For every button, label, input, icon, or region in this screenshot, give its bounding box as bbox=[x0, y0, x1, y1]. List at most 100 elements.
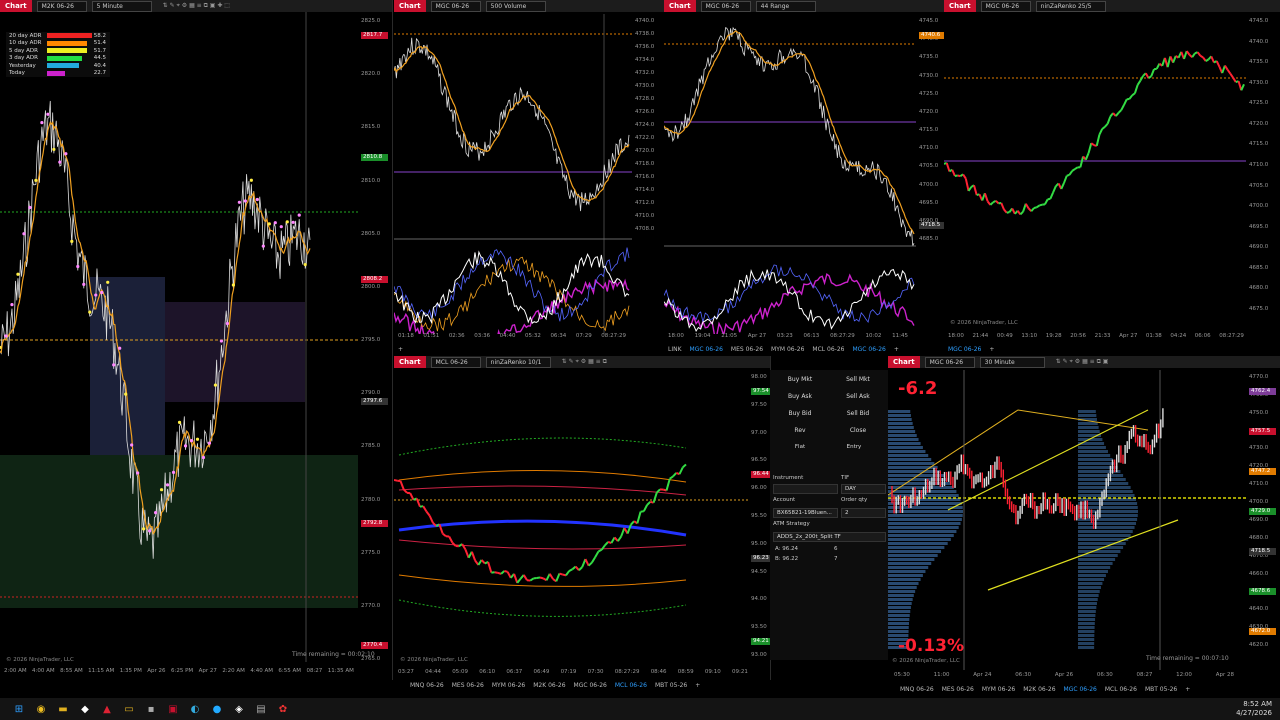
price-label: 94.00 bbox=[751, 596, 767, 603]
tif-select[interactable]: DAY bbox=[841, 484, 886, 494]
atm-strategy-select[interactable]: ADDS_2x_200t_Split TF bbox=[773, 532, 886, 542]
settings-icon[interactable]: ✿ bbox=[274, 700, 292, 718]
instrument-tab[interactable]: MNQ 06-26 bbox=[900, 686, 934, 693]
network-icon[interactable]: ▤ bbox=[252, 700, 270, 718]
instrument-tab[interactable]: MGC 06-26 bbox=[690, 346, 723, 353]
instrument-tab[interactable]: MES 06-26 bbox=[942, 686, 974, 693]
folder-icon[interactable]: ▭ bbox=[120, 700, 138, 718]
app-icon[interactable]: ◈ bbox=[230, 700, 248, 718]
chart-toolbar[interactable]: ⇅ ✎ ⌖ ⚙ ▦ ≡ ⧉ ▣ ✚ ⬚ bbox=[163, 2, 230, 10]
buy-market-button[interactable]: Buy Mkt bbox=[772, 372, 828, 387]
instrument-selector[interactable]: MCL 06-26 bbox=[430, 356, 481, 368]
instrument-tab[interactable]: MGC 06-26 bbox=[852, 346, 885, 353]
time-label: 02:36 bbox=[448, 333, 465, 339]
instrument-selector[interactable]: MGC 06-26 bbox=[924, 356, 975, 368]
interval-selector[interactable]: ninZaRenko 25/5 bbox=[1035, 0, 1106, 12]
price-label: 4745.0 bbox=[919, 18, 939, 24]
ninjatrader-icon[interactable]: ▣ bbox=[164, 700, 182, 718]
price-axis[interactable]: 2825.0 2820.0 2815.0 2810.0 2805.0 2800.0 2795… bbox=[358, 12, 392, 662]
chart-toolbar[interactable]: ⇅ ✎ ⌖ ⚙ ▦ ≡ ⧉ ▣ bbox=[1056, 358, 1109, 366]
instrument-tab[interactable]: MYM 06-26 bbox=[982, 686, 1015, 693]
instrument-selector[interactable]: MGC 06-26 bbox=[980, 0, 1031, 12]
price-label: 98.00 bbox=[751, 374, 767, 380]
account-select[interactable]: BX65821-19Bluen... bbox=[773, 508, 838, 518]
instrument-tab[interactable]: MCL 06-26 bbox=[1105, 686, 1137, 693]
chart-badge[interactable]: Chart bbox=[0, 0, 32, 12]
windows-start-icon[interactable]: ⊞ bbox=[10, 700, 28, 718]
time-label: 08:27:29 bbox=[830, 333, 855, 339]
add-tab-button[interactable]: + bbox=[1185, 686, 1190, 693]
instrument-tab[interactable]: MYM 06-26 bbox=[492, 682, 525, 689]
instrument-tab[interactable]: MCL 06-26 bbox=[812, 346, 844, 353]
instrument-tab[interactable]: MYM 06-26 bbox=[771, 346, 804, 353]
chart-badge[interactable]: Chart bbox=[394, 356, 426, 368]
chrome-icon[interactable]: ◉ bbox=[32, 700, 50, 718]
sell-ask-button[interactable]: Sell Ask bbox=[830, 389, 886, 404]
chart-badge[interactable]: Chart bbox=[664, 0, 696, 12]
price-label: 4732.0 bbox=[635, 70, 655, 76]
price-axis[interactable]: 4740.0 4738.0 4736.0 4734.0 4732.0 4730.0 4728… bbox=[632, 12, 664, 232]
chart-badge[interactable]: Chart bbox=[888, 356, 920, 368]
price-label: 4690.0 bbox=[1249, 244, 1269, 251]
instrument-tab[interactable]: MGC 06-26 bbox=[1064, 686, 1097, 693]
chart-toolbar[interactable]: ⇅ ✎ ⌖ ⚙ ▦ ≡ ⧉ bbox=[562, 358, 607, 366]
add-tab-button[interactable]: + bbox=[894, 346, 899, 353]
time-label: Apr 28 bbox=[1215, 672, 1234, 678]
tradingview-icon[interactable]: ◆ bbox=[76, 700, 94, 718]
instrument-tab[interactable]: MGC 06-26 bbox=[948, 346, 981, 353]
browser-icon[interactable]: ● bbox=[208, 700, 226, 718]
price-label: 4730.0 bbox=[919, 72, 939, 79]
add-tab-button[interactable]: + bbox=[989, 346, 994, 353]
price-axis[interactable]: 4770.04760.04750.04740.04730.04720.04710… bbox=[1246, 368, 1280, 648]
order-qty-field[interactable]: 2 bbox=[841, 508, 886, 518]
interval-selector[interactable]: 44 Range bbox=[755, 0, 816, 12]
instrument-tabs[interactable]: LINK MGC 06-26 MES 06-26 MYM 06-26 MCL 06-26… bbox=[668, 344, 899, 354]
copyright: © 2026 NinjaTrader, LLC bbox=[950, 320, 1018, 326]
instrument-tabs[interactable]: + bbox=[398, 344, 403, 354]
instrument-selector[interactable]: MGC 06-26 bbox=[430, 0, 481, 12]
windows-taskbar: ⊞ ◉ ▬ ◆ ▲ ▭ ▪ ▣ ◐ ● ◈ ▤ ✿ 8:52 AM 4/27/2… bbox=[0, 698, 1280, 720]
price-axis[interactable]: 4745.0 4740.0 4735.0 4730.0 4725.0 4720.0 4715… bbox=[916, 12, 944, 242]
instrument-tab[interactable]: MBT 05-26 bbox=[655, 682, 687, 689]
file-explorer-icon[interactable]: ▬ bbox=[54, 700, 72, 718]
instrument-tab[interactable]: MGC 06-26 bbox=[574, 682, 607, 689]
interval-selector[interactable]: 500 Volume bbox=[485, 0, 546, 12]
add-tab-button[interactable]: + bbox=[695, 682, 700, 689]
instrument-tabs[interactable]: MGC 06-26 + bbox=[948, 344, 994, 354]
instrument-tabs[interactable]: MNQ 06-26 MES 06-26 MYM 06-26 M2K 06-26 MGC … bbox=[410, 680, 700, 690]
interval-selector[interactable]: 5 Minute bbox=[91, 0, 152, 12]
instrument-tab[interactable]: M2K 06-26 bbox=[1023, 686, 1055, 693]
instrument-tabs[interactable]: MNQ 06-26 MES 06-26 MYM 06-26 M2K 06-26 MGC … bbox=[900, 684, 1190, 694]
interval-selector[interactable]: ninZaRenko 10/1 bbox=[485, 356, 551, 368]
sell-market-button[interactable]: Sell Mkt bbox=[830, 372, 886, 387]
instrument-selector[interactable]: M2K 06-26 bbox=[36, 0, 87, 12]
bid-size: 7 bbox=[834, 556, 838, 562]
reverse-button[interactable]: Rev bbox=[772, 423, 828, 438]
instrument-tab[interactable]: MBT 05-26 bbox=[1145, 686, 1177, 693]
sell-bid-button[interactable]: Sell Bid bbox=[830, 406, 886, 421]
time-axis: 05:30 11:00 Apr 24 06:30 Apr 26 06:30 08:27 12:… bbox=[894, 672, 1234, 682]
price-axis[interactable]: 4745.0 4740.0 4735.0 4730.0 4725.0 4720.0 4715… bbox=[1246, 12, 1280, 312]
close-button[interactable]: Close bbox=[830, 423, 886, 438]
instrument-tab[interactable]: LINK bbox=[668, 346, 682, 353]
interval-selector[interactable]: 30 Minute bbox=[979, 356, 1045, 368]
instrument-tab[interactable]: MNQ 06-26 bbox=[410, 682, 444, 689]
instrument-selector[interactable]: MGC 06-26 bbox=[700, 0, 751, 12]
chart-badge[interactable]: Chart bbox=[944, 0, 976, 12]
instrument-tab[interactable]: M2K 06-26 bbox=[533, 682, 565, 689]
instrument-tab[interactable]: MCL 06-26 bbox=[615, 682, 647, 689]
price-axis[interactable]: 98.00 97.50 97.00 96.50 96.00 95.50 95.00 94.50… bbox=[748, 368, 770, 658]
instrument-tab[interactable]: MES 06-26 bbox=[452, 682, 484, 689]
buy-bid-button[interactable]: Buy Bid bbox=[772, 406, 828, 421]
system-clock[interactable]: 8:52 AM 4/27/2026 bbox=[1236, 700, 1272, 718]
time-label: 08:27:29 bbox=[1219, 333, 1244, 339]
time-label: 01:18 bbox=[398, 333, 414, 339]
terminal-icon[interactable]: ▪ bbox=[142, 700, 160, 718]
pdf-icon[interactable]: ▲ bbox=[98, 700, 116, 718]
buy-ask-button[interactable]: Buy Ask bbox=[772, 389, 828, 404]
edge-icon[interactable]: ◐ bbox=[186, 700, 204, 718]
price-marker: 2817.7 bbox=[361, 32, 388, 39]
instrument-tab[interactable]: MES 06-26 bbox=[731, 346, 763, 353]
instrument-field[interactable] bbox=[773, 484, 838, 494]
chart-badge[interactable]: Chart bbox=[394, 0, 426, 12]
